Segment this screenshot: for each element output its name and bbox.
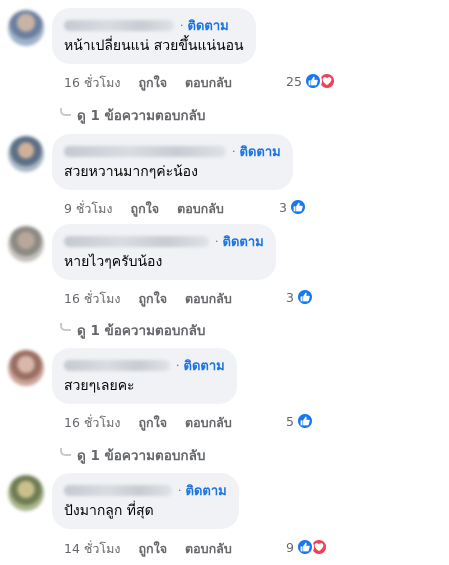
comment-bubble: · ติดตาม สวยๆเลยคะ	[52, 348, 237, 404]
comment-actions: 16 ชั่วโมง ถูกใจ ตอบกลับ	[64, 413, 250, 433]
comment-actions: 14 ชั่วโมง ถูกใจ ตอบกลับ	[64, 539, 250, 559]
reaction-count: 3	[286, 289, 294, 305]
view-replies-label: ดู 1 ข้อความตอบกลับ	[77, 448, 206, 464]
comment-text: สวยหวานมากๆค่ะน้อง	[64, 164, 198, 180]
follow-button[interactable]: ติดตาม	[223, 231, 264, 252]
like-icon	[303, 72, 322, 90]
reaction-summary[interactable]: 3	[286, 288, 314, 306]
like-icon	[295, 412, 314, 430]
comment-text: ปังมากลูก ที่สุด	[64, 503, 154, 519]
reply-button[interactable]: ตอบกลับ	[185, 539, 232, 559]
like-button[interactable]: ถูกใจ	[138, 73, 167, 93]
reply-thread-line	[60, 108, 71, 116]
like-button[interactable]: ถูกใจ	[131, 199, 160, 219]
comment-time[interactable]: 9 ชั่วโมง	[64, 199, 113, 219]
comment-text: หายไวๆครับน้อง	[64, 254, 163, 270]
author-name[interactable]	[64, 19, 174, 31]
follow-button[interactable]: ติดตาม	[186, 480, 227, 501]
comment-bubble: · ติดตาม หายไวๆครับน้อง	[52, 224, 276, 280]
like-button[interactable]: ถูกใจ	[138, 539, 167, 559]
comment-actions: 16 ชั่วโมง ถูกใจ ตอบกลับ	[64, 73, 250, 93]
comment-time[interactable]: 14 ชั่วโมง	[64, 539, 120, 559]
reaction-summary[interactable]: 3	[279, 198, 307, 216]
author-name[interactable]	[64, 484, 172, 496]
reply-thread-line	[60, 448, 71, 456]
reply-button[interactable]: ตอบกลับ	[185, 413, 232, 433]
view-replies-link[interactable]: ดู 1 ข้อความตอบกลับ	[60, 319, 205, 341]
comment-bubble: · ติดตาม หน้าเปลี่ยนแน่ สวยขึ้นแน่นอน	[52, 8, 256, 64]
follow-button[interactable]: ติดตาม	[240, 141, 281, 162]
reply-button[interactable]: ตอบกลับ	[177, 199, 224, 219]
like-button[interactable]: ถูกใจ	[138, 413, 167, 433]
like-button[interactable]: ถูกใจ	[138, 289, 167, 309]
reaction-count: 3	[279, 199, 287, 215]
comment-bubble: · ติดตาม ปังมากลูก ที่สุด	[52, 473, 239, 529]
comment-text: หน้าเปลี่ยนแน่ สวยขึ้นแน่นอน	[64, 38, 244, 54]
reaction-count: 9	[286, 539, 294, 555]
comment-actions: 9 ชั่วโมง ถูกใจ ตอบกลับ	[64, 199, 242, 219]
reaction-summary[interactable]: 5	[286, 412, 314, 430]
reply-button[interactable]: ตอบกลับ	[185, 73, 232, 93]
like-icon	[295, 288, 314, 306]
reply-button[interactable]: ตอบกลับ	[185, 289, 232, 309]
author-name[interactable]	[64, 359, 170, 371]
comment-bubble: · ติดตาม สวยหวานมากๆค่ะน้อง	[52, 134, 293, 190]
avatar[interactable]	[8, 350, 44, 386]
avatar[interactable]	[8, 226, 44, 262]
view-replies-label: ดู 1 ข้อความตอบกลับ	[77, 323, 206, 339]
avatar[interactable]	[8, 10, 44, 46]
comment-actions: 16 ชั่วโมง ถูกใจ ตอบกลับ	[64, 289, 250, 309]
author-name[interactable]	[64, 235, 209, 247]
reaction-summary[interactable]: 25	[286, 72, 336, 90]
reply-thread-line	[60, 323, 71, 331]
like-icon	[288, 198, 307, 216]
reaction-count: 25	[286, 73, 302, 89]
view-replies-link[interactable]: ดู 1 ข้อความตอบกลับ	[60, 104, 205, 126]
view-replies-link[interactable]: ดู 1 ข้อความตอบกลับ	[60, 444, 205, 466]
reaction-count: 5	[286, 413, 294, 429]
comment-time[interactable]: 16 ชั่วโมง	[64, 289, 120, 309]
reaction-summary[interactable]: 9	[286, 538, 328, 556]
avatar[interactable]	[8, 475, 44, 511]
view-replies-label: ดู 1 ข้อความตอบกลับ	[77, 108, 206, 124]
comment-time[interactable]: 16 ชั่วโมง	[64, 413, 120, 433]
author-name[interactable]	[64, 145, 226, 157]
comment-text: สวยๆเลยคะ	[64, 378, 135, 394]
follow-button[interactable]: ติดตาม	[184, 355, 225, 376]
avatar[interactable]	[8, 136, 44, 172]
comment-time[interactable]: 16 ชั่วโมง	[64, 73, 120, 93]
follow-button[interactable]: ติดตาม	[188, 15, 229, 36]
like-icon	[295, 538, 314, 556]
